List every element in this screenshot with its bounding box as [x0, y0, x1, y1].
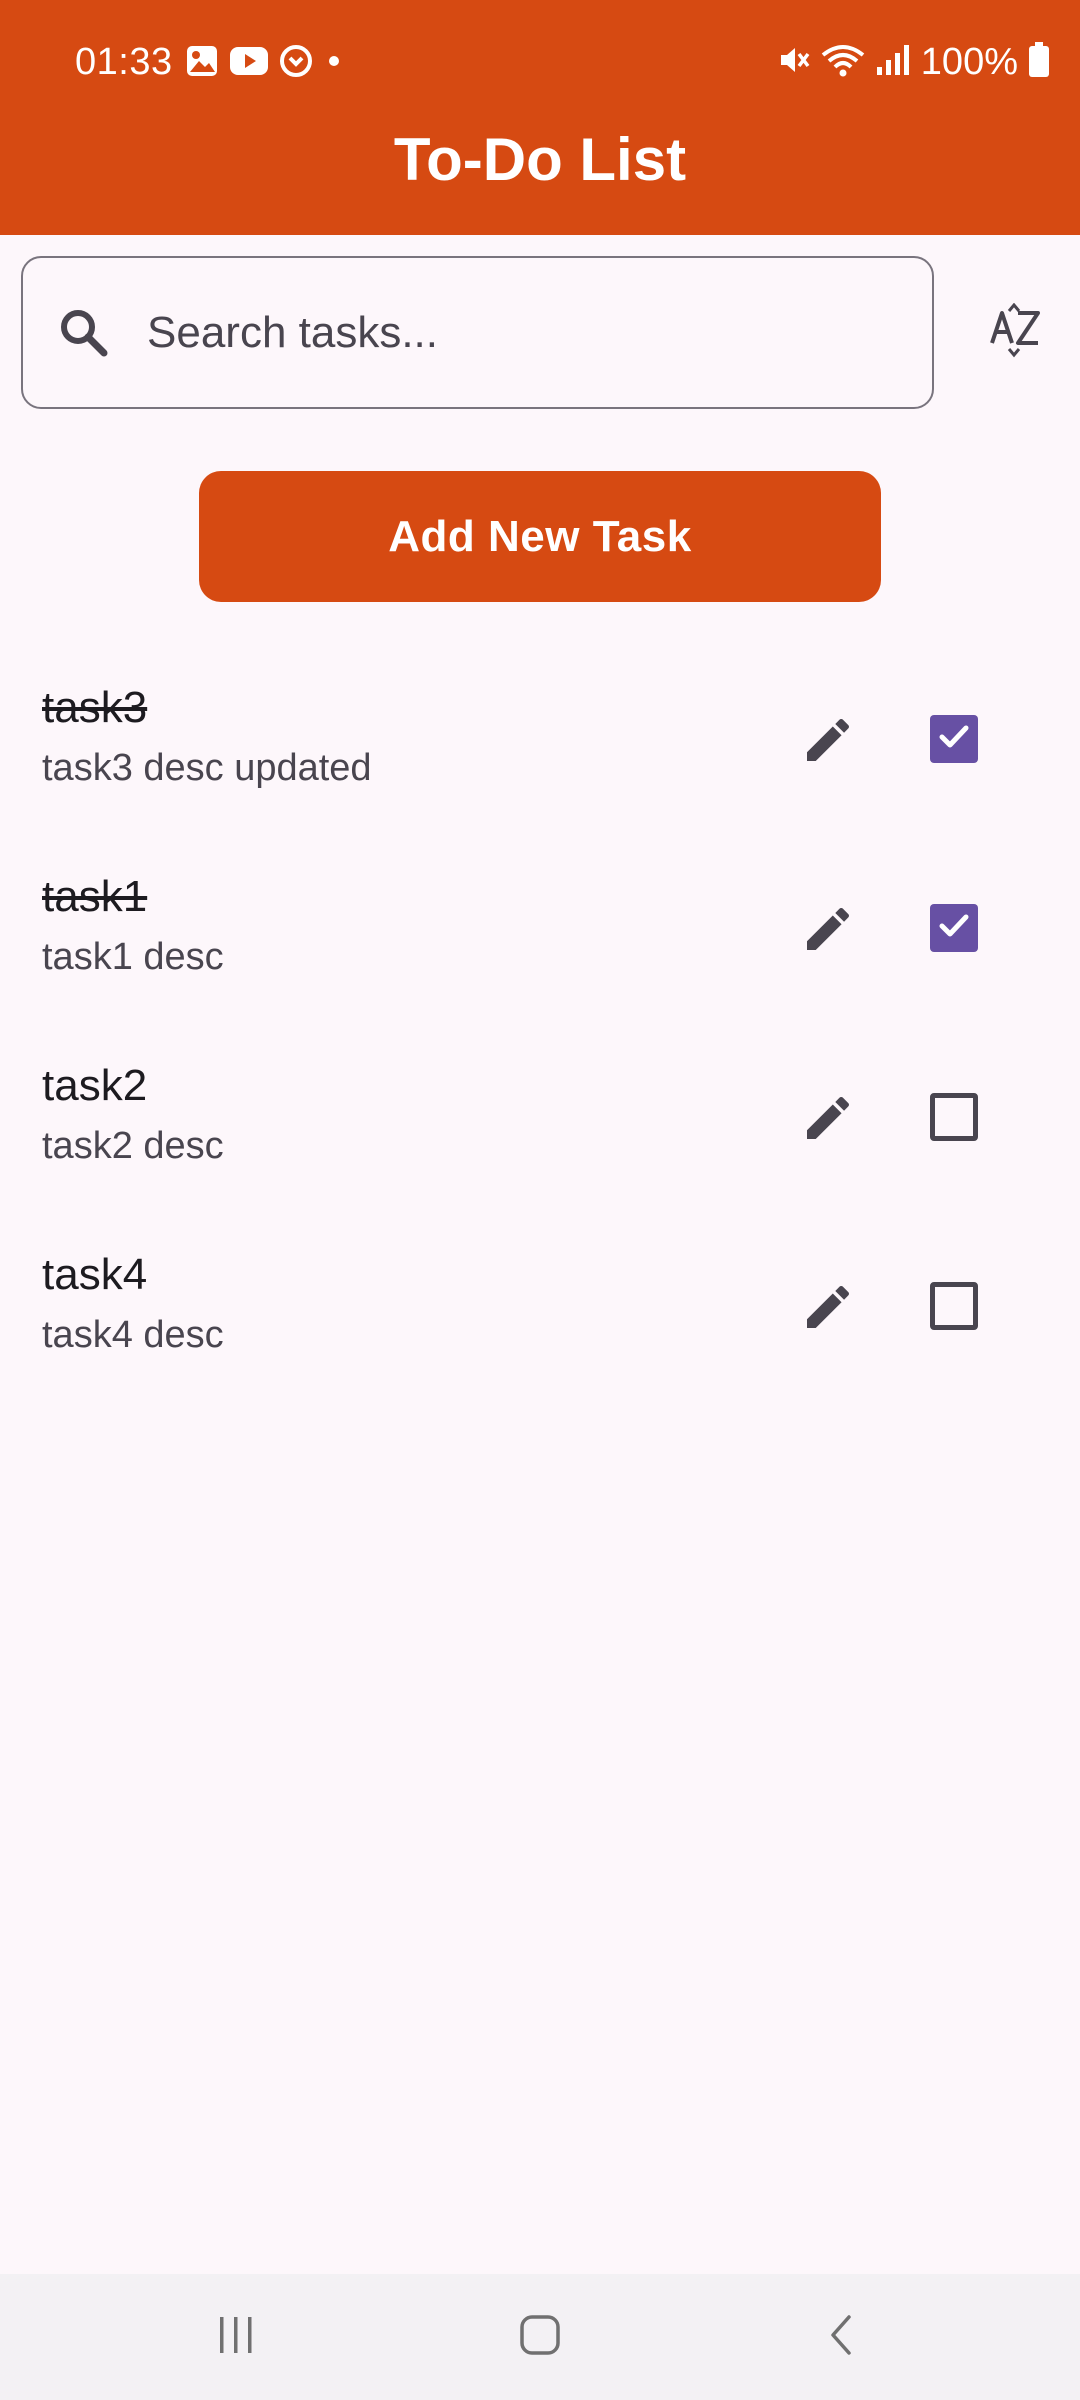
task-list: task3 task3 desc updated task1 task1 des…: [0, 660, 1080, 1416]
sort-alpha-button[interactable]: [969, 284, 1067, 382]
task-checkbox[interactable]: [930, 1093, 978, 1141]
status-bar: 01:33 100%: [0, 0, 1080, 120]
edit-task-button[interactable]: [790, 893, 866, 969]
pencil-icon: [800, 901, 856, 962]
signal-icon: [875, 43, 911, 82]
edit-task-button[interactable]: [790, 1271, 866, 1347]
dot-icon: [323, 50, 345, 77]
search-field[interactable]: [21, 256, 934, 409]
list-item[interactable]: task2 task2 desc: [0, 1038, 1080, 1227]
gallery-icon: [185, 44, 219, 83]
search-icon: [56, 305, 112, 361]
back-button[interactable]: [810, 2304, 876, 2370]
page-title: To-Do List: [393, 126, 687, 193]
search-input[interactable]: [147, 278, 907, 388]
status-time: 01:33: [75, 41, 173, 83]
mute-icon: [777, 43, 811, 82]
task-description: task2 desc: [42, 1125, 224, 1167]
status-system-icons: 100%: [777, 38, 1050, 86]
pencil-icon: [800, 712, 856, 773]
system-nav-bar: [0, 2274, 1080, 2400]
youtube-icon: [229, 46, 269, 81]
battery-percentage: 100%: [920, 41, 1018, 83]
add-new-task-button[interactable]: Add New Task: [199, 471, 881, 602]
list-item[interactable]: task1 task1 desc: [0, 849, 1080, 1038]
list-item[interactable]: task4 task4 desc: [0, 1227, 1080, 1416]
task-title: task4: [42, 1250, 148, 1299]
app-notification-icon: [279, 44, 313, 83]
task-checkbox[interactable]: [930, 904, 978, 952]
task-checkbox[interactable]: [930, 1282, 978, 1330]
back-icon: [821, 2313, 865, 2362]
sort-alpha-icon: [988, 302, 1048, 364]
pencil-icon: [800, 1279, 856, 1340]
edit-task-button[interactable]: [790, 704, 866, 780]
list-item[interactable]: task3 task3 desc updated: [0, 660, 1080, 849]
status-notification-icons: [185, 44, 345, 83]
task-title: task3: [42, 683, 148, 732]
task-title: task2: [42, 1061, 148, 1110]
battery-icon: [1028, 41, 1050, 83]
recents-icon: [214, 2313, 258, 2362]
task-title: task1: [42, 872, 148, 921]
check-icon: [934, 906, 974, 951]
home-button[interactable]: [507, 2304, 573, 2370]
check-icon: [934, 717, 974, 762]
task-description: task4 desc: [42, 1314, 224, 1356]
pencil-icon: [800, 1090, 856, 1151]
edit-task-button[interactable]: [790, 1082, 866, 1158]
task-description: task3 desc updated: [42, 747, 372, 789]
wifi-icon: [821, 43, 865, 82]
home-icon: [518, 2313, 562, 2362]
recents-button[interactable]: [203, 2304, 269, 2370]
task-description: task1 desc: [42, 936, 224, 978]
task-checkbox[interactable]: [930, 715, 978, 763]
search-row: [21, 256, 1071, 409]
app-bar: 01:33 100% To-Do List: [0, 0, 1080, 235]
